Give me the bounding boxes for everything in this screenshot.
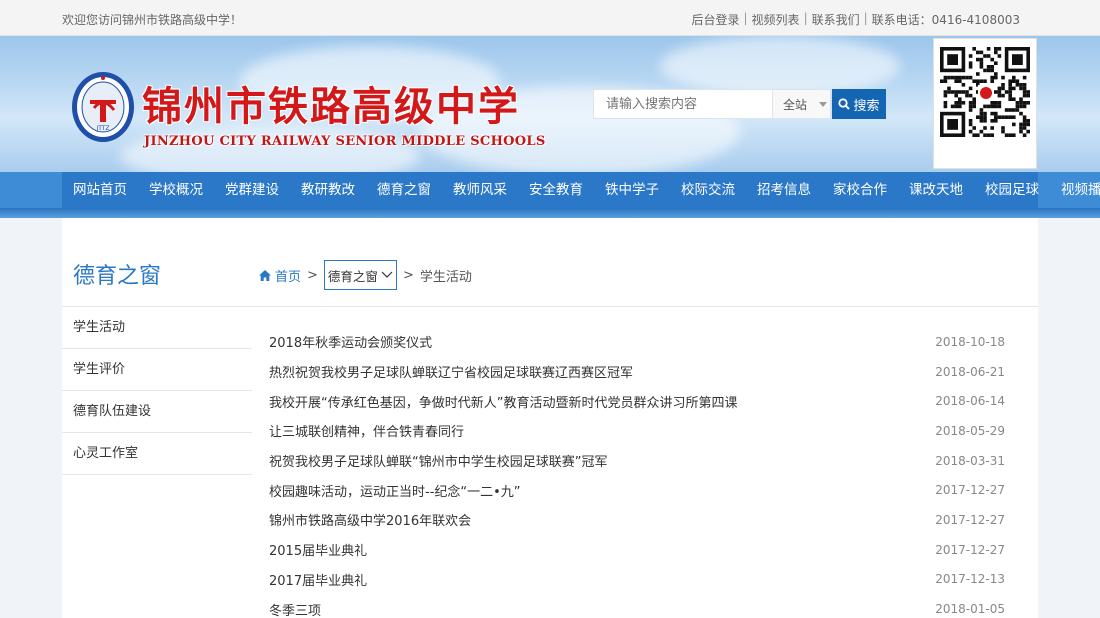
school-name-cn: 锦州市铁路高级中学 [142,83,520,130]
contact-phone: 联系电话：0416-4108003 [871,13,1020,27]
article-date: 2017-12-27 [935,542,1005,557]
article-title[interactable]: 校园趣味活动，运动正当时--纪念“一二•九” [269,481,521,500]
home-icon [259,269,271,281]
article-title[interactable]: 锦州市铁路高级中学2016年联欢会 [269,510,471,529]
search-scope-select[interactable]: 全站 [772,90,830,118]
sidebar-item[interactable]: 心灵工作室 [62,433,252,475]
article-title[interactable]: 热烈祝贺我校男子足球队蝉联辽宁省校园足球联赛辽西赛区冠军 [269,362,633,381]
chevron-down-icon [381,271,393,278]
sidebar-item[interactable]: 学生评价 [62,349,252,391]
logo-text: JTTZ [95,125,109,132]
article-date: 2017-12-27 [935,483,1005,498]
article-date: 2017-12-13 [935,572,1005,587]
nav-item[interactable]: 学校概况 [138,172,214,208]
contact-us-link[interactable]: 联系我们 [812,11,860,28]
search-scope-label: 全站 [783,97,808,112]
article-date: 2018-01-05 [935,602,1005,617]
search-icon [838,98,851,110]
list-item[interactable]: 2015届毕业典礼 2017-12-27 [269,535,1005,565]
list-item[interactable]: 冬季三项 2018-01-05 [269,594,1005,618]
nav-item[interactable]: 校园足球 [974,172,1050,208]
breadcrumb-home[interactable]: 首页 [259,266,301,285]
list-item[interactable]: 热烈祝贺我校男子足球队蝉联辽宁省校园足球联赛辽西赛区冠军 2018-06-21 [269,357,1005,387]
nav-item[interactable]: 党群建设 [214,172,290,208]
nav-item[interactable]: 家校合作 [822,172,898,208]
nav-item[interactable]: 安全教育 [518,172,594,208]
breadcrumb-section-dropdown[interactable]: 德育之窗 [323,260,397,290]
breadcrumb-separator: > [307,267,318,283]
qr-code [933,38,1037,169]
sidebar-item[interactable]: 德育队伍建设 [62,391,252,433]
breadcrumb-home-label: 首页 [275,269,302,285]
list-item[interactable]: 我校开展“传承红色基因，争做时代新人”教育活动暨新时代党员群众讲习所第四课 201… [269,386,1005,416]
breadcrumb-section-label: 德育之窗 [327,268,378,284]
article-title[interactable]: 2015届毕业典礼 [269,540,367,559]
nav-item[interactable]: 教研教改 [290,172,366,208]
content-area: 德育之窗 首页 > 德育之窗 > 学生活动 学生活动 学生评价 德育队伍建设 心灵工作… [62,218,1038,618]
nav-item[interactable]: 德育之窗 [366,172,442,208]
video-list-link[interactable]: 视频列表 [752,11,800,28]
nav-item[interactable]: 招考信息 [746,172,822,208]
search-box: 全站 [593,89,831,119]
nav-wrapper: 网站首页 学校概况 党群建设 教研教改 德育之窗 教师风采 安全教育 铁中学子 校际交流 招考信息… [0,172,1100,218]
separator: | [803,11,808,25]
nav-item[interactable]: 视频播客 [1050,172,1100,208]
nav-item[interactable]: 校际交流 [670,172,746,208]
nav-item[interactable]: 教师风采 [442,172,518,208]
sidebar-menu: 学生活动 学生评价 德育队伍建设 心灵工作室 [62,307,252,475]
nav-item[interactable]: 网站首页 [62,172,138,208]
caret-down-icon [819,101,828,107]
article-date: 2018-03-31 [935,453,1005,468]
sidebar-title: 德育之窗 [73,264,162,289]
main-nav: 网站首页 学校概况 党群建设 教研教改 德育之窗 教师风采 安全教育 铁中学子 校际交流 招考信息… [62,172,1100,208]
article-title[interactable]: 冬季三项 [269,600,321,618]
nav-item[interactable]: 课改天地 [898,172,974,208]
breadcrumb-separator: > [402,267,414,283]
nav-item[interactable]: 铁中学子 [594,172,670,208]
breadcrumb-current: 学生活动 [419,269,472,285]
article-date: 2017-12-27 [935,512,1005,527]
top-bar: 欢迎您访问锦州市铁路高级中学！ 后台登录 | 视频列表 | 联系我们 | 联系电… [0,0,1100,36]
list-item[interactable]: 校园趣味活动，运动正当时--纪念“一二•九” 2017-12-27 [269,475,1005,505]
article-date: 2018-10-18 [935,334,1005,349]
search-button-label: 搜索 [853,98,880,114]
school-logo[interactable]: JTTZ [70,70,136,146]
separator: | [743,11,748,25]
article-date: 2018-06-21 [935,364,1005,379]
list-item[interactable]: 让三城联创精神，伴合铁青春同行 2018-05-29 [269,416,1005,446]
list-item[interactable]: 祝贺我校男子足球队蝉联“锦州市中学生校园足球联赛”冠军 2018-03-31 [269,446,1005,476]
school-name-en: JINZHOU CITY RAILWAY SENIOR MIDDLE SCHOO… [144,134,546,149]
search-input[interactable] [594,90,772,118]
article-title[interactable]: 让三城联创精神，伴合铁青春同行 [269,421,464,440]
article-title[interactable]: 祝贺我校男子足球队蝉联“锦州市中学生校园足球联赛”冠军 [269,451,607,470]
top-links: 后台登录 | 视频列表 | 联系我们 | 联系电话：0416-4108003 [691,11,1020,28]
welcome-text: 欢迎您访问锦州市铁路高级中学！ [62,13,243,27]
list-item[interactable]: 锦州市铁路高级中学2016年联欢会 2017-12-27 [269,505,1005,535]
article-title[interactable]: 2018年秋季运动会颁奖仪式 [269,332,432,351]
article-list: 2018年秋季运动会颁奖仪式 2018-10-18 热烈祝贺我校男子足球队蝉联辽宁省… [269,327,1005,618]
breadcrumb: 首页 > 德育之窗 > 学生活动 [259,260,472,290]
article-date: 2018-05-29 [935,423,1005,438]
article-title[interactable]: 2017届毕业典礼 [269,570,367,589]
search-button[interactable]: 搜索 [832,89,886,119]
qr-code-icon [940,47,1030,137]
separator: | [863,11,868,25]
article-date: 2018-06-14 [935,394,1005,409]
article-title[interactable]: 我校开展“传承红色基因，争做时代新人”教育活动暨新时代党员群众讲习所第四课 [269,392,737,411]
admin-login-link[interactable]: 后台登录 [691,11,739,28]
list-item[interactable]: 2017届毕业典礼 2017-12-13 [269,565,1005,595]
header-banner: JTTZ 锦州市铁路高级中学 JINZHOU CITY RAILWAY SENI… [0,36,1100,172]
sidebar-item[interactable]: 学生活动 [62,307,252,349]
list-item[interactable]: 2018年秋季运动会颁奖仪式 2018-10-18 [269,327,1005,357]
